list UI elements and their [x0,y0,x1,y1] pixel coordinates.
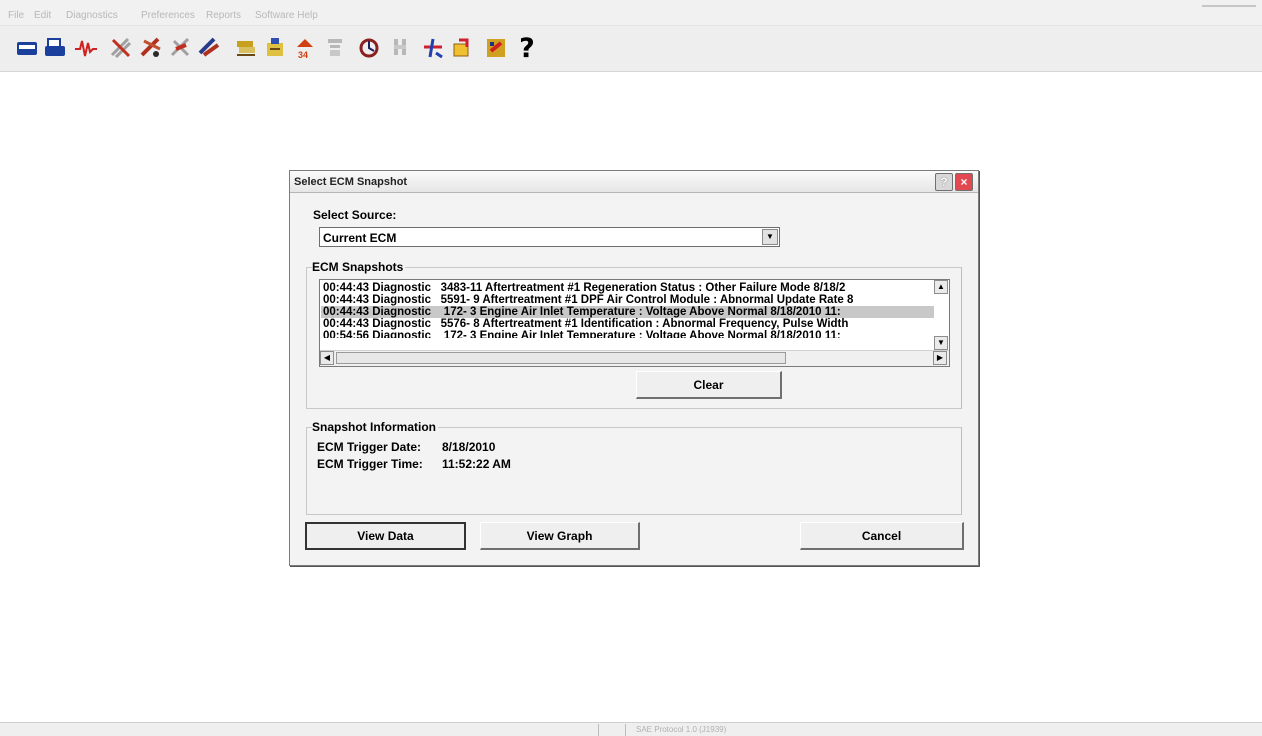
dialog-title: Select ECM Snapshot [294,176,408,188]
view-graph-button[interactable]: View Graph [480,522,640,550]
scroll-up-icon[interactable]: ▲ [934,280,948,294]
dialog-help-button[interactable]: ? [935,173,953,191]
ecm-trigger-time-value: 11:52:22 AM [442,457,511,471]
svg-text:34: 34 [298,50,308,60]
disabled-tool-icon [385,31,415,65]
dialog-titlebar: Select ECM Snapshot ? × [290,171,978,193]
menu-reports[interactable]: Reports [206,10,241,21]
status-divider [598,724,599,736]
scroll-down-icon[interactable]: ▼ [934,336,948,350]
calibration-icon[interactable] [447,31,477,65]
component-test-icon[interactable] [231,31,261,65]
diagnostic-link-4-icon[interactable] [194,31,224,65]
ecm-trigger-date-value: 8/18/2010 [442,440,496,454]
menu-software-help[interactable]: Software Help [255,10,318,21]
diagnostic-link-3-icon[interactable] [166,31,196,65]
cancel-button[interactable]: Cancel [800,522,964,550]
list-item[interactable]: 00:44:43 Diagnostic 3483-11 Aftertreatme… [321,282,934,294]
status-divider [625,724,626,736]
select-source-dropdown[interactable]: Current ECM ▼ [319,227,780,247]
view-data-button[interactable]: View Data [305,522,466,550]
disabled-parameter-icon [320,31,350,65]
diagnostic-link-icon[interactable] [106,31,136,65]
menu-diagnostics[interactable]: Diagnostics [66,10,118,21]
select-ecm-snapshot-dialog: Select ECM Snapshot ? × Select Source: C… [289,170,979,566]
list-item[interactable]: 00:44:43 Diagnostic 5576- 8 Aftertreatme… [321,318,934,330]
list-item-selected[interactable]: 00:44:43 Diagnostic 172- 3 Engine Air In… [321,306,934,318]
data-monitor-icon[interactable] [260,31,290,65]
select-source-value: Current ECM [323,231,397,245]
status-bar: SAE Protocol 1.0 (J1939) [0,722,1262,736]
snapshot-icon[interactable] [354,31,384,65]
window-grip [1202,5,1256,7]
menu-preferences[interactable]: Preferences [141,10,195,21]
list-item[interactable]: 00:54:56 Diagnostic 172- 3 Engine Air In… [321,330,934,338]
report-icon[interactable] [481,31,511,65]
chevron-down-icon[interactable]: ▼ [762,229,778,245]
dialog-close-button[interactable]: × [955,173,973,191]
toolbar: 34 ? [0,26,1262,72]
scroll-right-icon[interactable]: ▶ [933,351,947,365]
status-text: SAE Protocol 1.0 (J1939) [636,725,727,734]
clear-button[interactable]: Clear [636,371,782,399]
menu-edit[interactable]: Edit [34,10,51,21]
ecm-trigger-date-label: ECM Trigger Date: [317,440,422,454]
open-folder-icon[interactable] [12,31,42,65]
menu-bar: File Edit Diagnostics Preferences Report… [0,0,1262,26]
select-source-label: Select Source: [313,208,397,222]
ecm-trigger-time-label: ECM Trigger Time: [317,457,423,471]
parameter-icon[interactable]: 34 [290,31,320,65]
menu-file[interactable]: File [8,10,24,21]
ecm-trigger-icon[interactable] [418,31,448,65]
vertical-scrollbar[interactable]: ▲ ▼ [934,280,949,352]
scroll-left-icon[interactable]: ◀ [320,351,334,365]
diagnostic-link-2-icon[interactable] [136,31,166,65]
help-icon[interactable]: ? [512,31,542,65]
waveform-icon[interactable] [71,31,101,65]
print-icon[interactable] [40,31,70,65]
list-item[interactable]: 00:44:43 Diagnostic 5591- 9 Aftertreatme… [321,294,934,306]
ecm-snapshots-label: ECM Snapshots [312,260,406,274]
horizontal-scrollbar[interactable]: ◀ ▶ [320,350,949,366]
snapshot-information-label: Snapshot Information [312,420,438,434]
scroll-thumb[interactable] [336,352,786,364]
ecm-snapshots-list[interactable]: 00:44:43 Diagnostic 3483-11 Aftertreatme… [319,279,950,367]
